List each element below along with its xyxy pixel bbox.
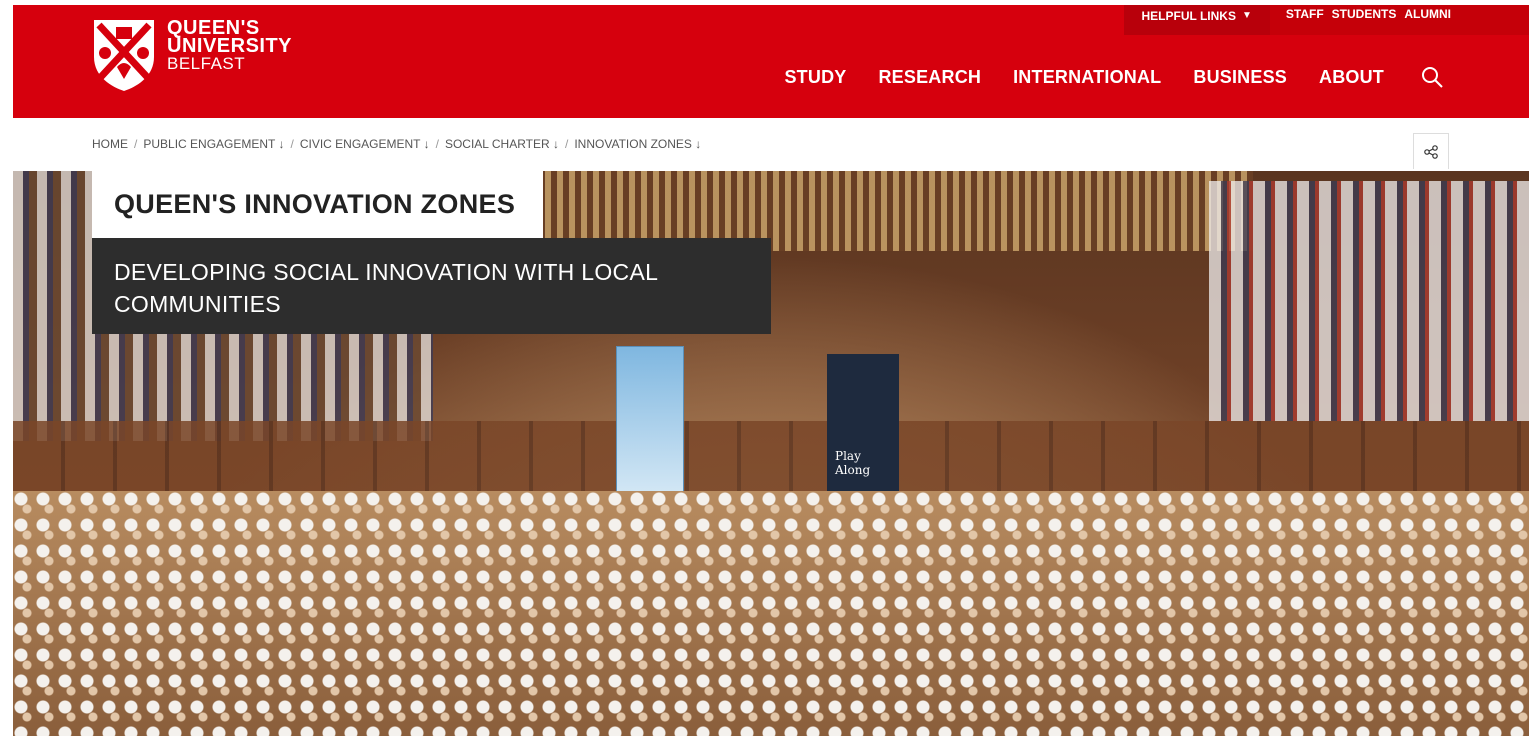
breadcrumb-separator: /: [435, 137, 439, 151]
caret-down-icon: ▼: [1241, 10, 1252, 21]
logo-wordmark: QUEEN'S UNIVERSITY BELFAST: [167, 18, 293, 73]
logo-line-3: BELFAST: [167, 54, 246, 73]
breadcrumb-social-charter[interactable]: SOCIAL CHARTER ↓: [445, 137, 559, 151]
hero-photo-stand-right: [1209, 181, 1529, 421]
breadcrumb-separator: /: [134, 137, 138, 151]
nav-international[interactable]: INTERNATIONAL: [1013, 67, 1161, 88]
breadcrumb-public-engagement[interactable]: PUBLIC ENGAGEMENT ↓: [143, 137, 284, 151]
breadcrumb: HOME / PUBLIC ENGAGEMENT ↓ / CIVIC ENGAG…: [92, 137, 701, 151]
utility-bar: HELPFUL LINKS ▼ STAFF STUDENTS ALUMNI: [1123, 5, 1529, 35]
banner-text: Play Along: [835, 449, 871, 477]
hero-banner: Play Along QUEEN'S INNOVATION ZONES DEVE…: [13, 171, 1529, 736]
breadcrumb-separator: /: [565, 137, 569, 151]
site-header: QUEEN'S UNIVERSITY BELFAST HELPFUL LINKS…: [13, 5, 1529, 118]
hero-title-box: QUEEN'S INNOVATION ZONES: [92, 171, 543, 238]
main-nav: STUDY RESEARCH INTERNATIONAL BUSINESS AB…: [752, 65, 1444, 89]
search-icon[interactable]: [1420, 65, 1444, 89]
university-logo[interactable]: QUEEN'S UNIVERSITY BELFAST: [91, 17, 292, 93]
helpful-links-dropdown[interactable]: HELPFUL LINKS ▼: [1123, 5, 1270, 35]
crest-icon: [94, 20, 154, 91]
hero-subtitle-line-2: COMMUNITIES: [114, 291, 281, 317]
nav-research[interactable]: RESEARCH: [878, 67, 981, 88]
hero-photo-crowd: [13, 491, 1529, 736]
nav-about[interactable]: ABOUT: [1319, 67, 1384, 88]
hero-photo-banner-dark: Play Along: [827, 354, 899, 504]
page-title: QUEEN'S INNOVATION ZONES: [114, 189, 516, 219]
alumni-link[interactable]: ALUMNI: [1404, 7, 1451, 35]
breadcrumb-separator: /: [290, 137, 294, 151]
hero-subtitle-box: DEVELOPING SOCIAL INNOVATION WITH LOCAL …: [92, 238, 771, 334]
hero-subtitle-line-1: DEVELOPING SOCIAL INNOVATION WITH LOCAL: [114, 259, 659, 285]
helpful-links-label: HELPFUL LINKS: [1141, 9, 1236, 23]
share-button[interactable]: [1413, 133, 1449, 169]
nav-study[interactable]: STUDY: [784, 67, 846, 88]
breadcrumb-civic-engagement[interactable]: CIVIC ENGAGEMENT ↓: [300, 137, 430, 151]
students-link[interactable]: STUDENTS: [1332, 7, 1397, 35]
staff-link[interactable]: STAFF: [1286, 7, 1324, 35]
share-icon: [1424, 144, 1438, 159]
logo-line-2: UNIVERSITY: [167, 35, 293, 57]
audience-links: STAFF STUDENTS ALUMNI: [1269, 5, 1529, 35]
breadcrumb-innovation-zones[interactable]: INNOVATION ZONES ↓: [574, 137, 701, 151]
breadcrumb-home[interactable]: HOME: [92, 137, 128, 151]
nav-business[interactable]: BUSINESS: [1193, 67, 1287, 88]
